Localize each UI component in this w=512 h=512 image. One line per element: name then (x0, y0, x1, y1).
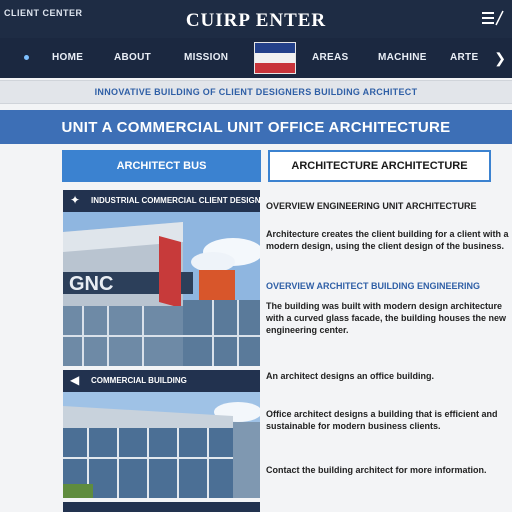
hamburger-icon[interactable] (482, 10, 504, 26)
nav-dot-icon (24, 55, 29, 60)
building-image (63, 392, 260, 498)
paragraph-3: Office architect designs a building that… (266, 409, 498, 431)
content-column: OVERVIEW ENGINEERING UNIT ARCHITECTURE A… (266, 196, 512, 512)
footer-text: Contact the building architect for more … (266, 465, 487, 475)
nav-item-areas[interactable]: AREAS (312, 52, 349, 63)
subheading-link[interactable]: OVERVIEW ARCHITECT BUILDING ENGINEERING (266, 280, 510, 292)
card-industrial[interactable]: ✦ INDUSTRIAL COMMERCIAL CLIENT DESIGN GN… (63, 190, 260, 366)
card-title: INDUSTRIAL COMMERCIAL CLIENT DESIGN (91, 196, 260, 205)
chevron-right-icon[interactable]: ❯ (494, 50, 506, 67)
card-commercial[interactable]: ◀ COMMERCIAL BUILDING (63, 370, 260, 498)
secondary-button[interactable]: ARCHITECTURE ARCHITECTURE (268, 150, 491, 182)
page: CLIENT CENTER CUIRP ENTER HOME ABOUT MIS… (0, 0, 512, 512)
nav-item-home[interactable]: HOME (52, 52, 83, 63)
brand-title[interactable]: CUIRP ENTER (0, 10, 512, 32)
card-header: ◀ COMMERCIAL BUILDING (63, 370, 260, 392)
hero-banner: UNIT A COMMERCIAL UNIT OFFICE ARCHITECTU… (0, 110, 512, 144)
nav-item-about[interactable]: ABOUT (114, 52, 151, 63)
card-third[interactable] (63, 502, 260, 512)
card-header (63, 502, 260, 512)
main-nav: HOME ABOUT MISSION AREAS MACHINE ARTE ❯ (0, 38, 512, 78)
top-bar: CLIENT CENTER CUIRP ENTER (0, 0, 512, 38)
speaker-icon: ◀ (70, 373, 80, 387)
announcement-bar: INNOVATIVE BUILDING OF CLIENT DESIGNERS … (0, 80, 512, 104)
svg-text:GNC: GNC (69, 273, 113, 295)
announcement-text[interactable]: INNOVATIVE BUILDING OF CLIENT DESIGNERS … (0, 87, 512, 97)
section-heading-2: An architect designs an office building. (266, 371, 435, 381)
nav-item-arte[interactable]: ARTE (450, 52, 478, 63)
hero-title: UNIT A COMMERCIAL UNIT OFFICE ARCHITECTU… (61, 119, 451, 136)
flag-icon[interactable] (254, 42, 296, 74)
card-header: ✦ INDUSTRIAL COMMERCIAL CLIENT DESIGN (63, 190, 260, 212)
arrow-icon: ✦ (70, 193, 81, 207)
card-title: COMMERCIAL BUILDING (91, 376, 187, 385)
building-image: GNC (63, 212, 260, 366)
nav-item-mission[interactable]: MISSION (184, 52, 228, 63)
nav-item-machine[interactable]: MACHINE (378, 52, 427, 63)
paragraph-1: Architecture creates the client building… (266, 229, 509, 251)
section-heading: OVERVIEW ENGINEERING UNIT ARCHITECTURE (266, 201, 477, 211)
paragraph-2: The building was built with modern desig… (266, 301, 507, 335)
primary-button[interactable]: ARCHITECT BUS (62, 150, 261, 182)
